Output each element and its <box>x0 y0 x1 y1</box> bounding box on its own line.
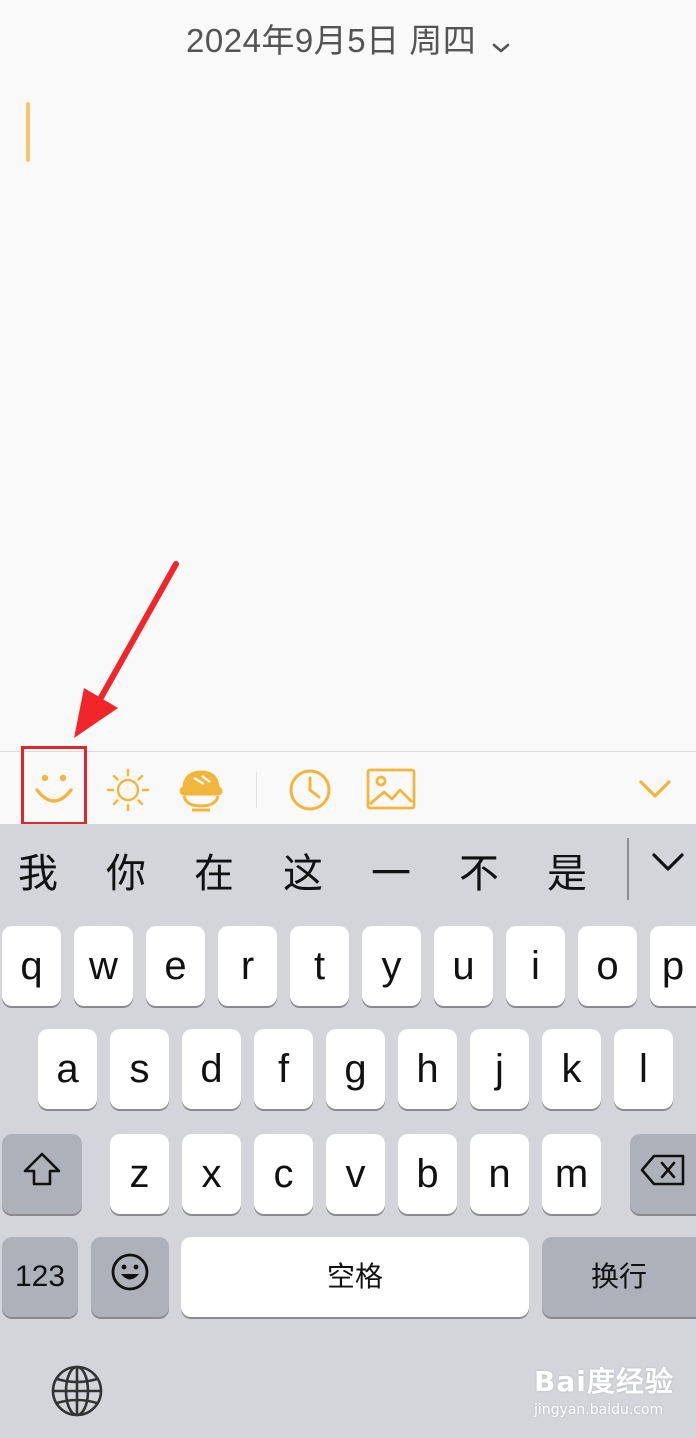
sun-icon[interactable] <box>106 768 150 817</box>
candidate-divider <box>627 838 629 900</box>
key-f[interactable]: f <box>254 1029 313 1109</box>
key-n[interactable]: n <box>470 1134 529 1214</box>
key-label: t <box>313 944 326 988</box>
key-label: e <box>164 944 187 988</box>
key-label: 空格 <box>326 1260 383 1293</box>
key-label: h <box>416 1047 439 1091</box>
key-r[interactable]: r <box>218 926 277 1006</box>
key-label: 123 <box>14 1260 66 1293</box>
toolbar-divider <box>256 772 257 808</box>
key-label: m <box>554 1152 589 1196</box>
key-label: a <box>56 1047 79 1091</box>
key-d[interactable]: d <box>182 1029 241 1109</box>
candidate-bar: 我 你 在 这 一 不 是 <box>0 824 696 924</box>
key-label: f <box>277 1047 290 1091</box>
watermark-brand: Bai度经验 <box>534 1365 674 1398</box>
shift-key[interactable] <box>2 1134 82 1214</box>
key-label: 换行 <box>590 1260 647 1293</box>
emoji-key[interactable] <box>91 1237 169 1317</box>
space-key[interactable]: 空格 <box>181 1237 529 1317</box>
key-i[interactable]: i <box>506 926 565 1006</box>
key-q[interactable]: q <box>2 926 61 1006</box>
key-c[interactable]: c <box>254 1134 313 1214</box>
key-label: o <box>596 944 619 988</box>
key-e[interactable]: e <box>146 926 205 1006</box>
key-o[interactable]: o <box>578 926 637 1006</box>
candidate-item[interactable]: 你 <box>106 846 146 902</box>
key-label: i <box>531 944 540 988</box>
date-label: 2024年9月5日 周四 <box>186 22 477 59</box>
keyboard: 我 你 在 这 一 不 是 q w e r t y u i o p a s d … <box>0 824 696 1438</box>
key-z[interactable]: z <box>110 1134 169 1214</box>
text-cursor <box>26 102 30 162</box>
candidate-item[interactable]: 我 <box>18 846 58 902</box>
key-label: g <box>344 1047 367 1091</box>
candidate-item[interactable]: 在 <box>194 846 234 902</box>
watermark: Bai度经验 jingyan.baidu.com <box>534 1360 694 1430</box>
key-label: n <box>488 1152 511 1196</box>
key-p[interactable]: p <box>650 926 696 1006</box>
chevron-down-icon <box>492 24 510 62</box>
backspace-icon <box>640 1152 686 1197</box>
globe-icon[interactable] <box>50 1364 104 1423</box>
key-label: j <box>495 1047 504 1091</box>
key-t[interactable]: t <box>290 926 349 1006</box>
key-m[interactable]: m <box>542 1134 601 1214</box>
candidate-item[interactable]: 一 <box>371 846 411 902</box>
key-label: w <box>89 944 118 988</box>
key-g[interactable]: g <box>326 1029 385 1109</box>
key-label: p <box>661 944 685 988</box>
key-label: z <box>129 1152 150 1196</box>
key-label: b <box>416 1152 439 1196</box>
key-label: l <box>639 1047 648 1091</box>
key-label: x <box>201 1152 222 1196</box>
key-w[interactable]: w <box>74 926 133 1006</box>
key-label: v <box>345 1152 366 1196</box>
return-key[interactable]: 换行 <box>542 1237 696 1317</box>
candidate-item[interactable]: 是 <box>547 846 587 902</box>
key-b[interactable]: b <box>398 1134 457 1214</box>
key-x[interactable]: x <box>182 1134 241 1214</box>
key-k[interactable]: k <box>542 1029 601 1109</box>
key-j[interactable]: j <box>470 1029 529 1109</box>
key-a[interactable]: a <box>38 1029 97 1109</box>
watermark-site: jingyan.baidu.com <box>534 1402 664 1418</box>
annotation-arrow-icon <box>74 561 179 738</box>
chevron-down-icon[interactable] <box>650 850 686 879</box>
key-h[interactable]: h <box>398 1029 457 1109</box>
key-l[interactable]: l <box>614 1029 673 1109</box>
key-u[interactable]: u <box>434 926 493 1006</box>
food-bowl-icon[interactable] <box>178 768 224 817</box>
emoji-icon <box>110 1252 150 1302</box>
candidate-item[interactable]: 这 <box>283 846 323 902</box>
key-label: k <box>561 1047 582 1091</box>
numbers-key[interactable]: 123 <box>2 1237 78 1317</box>
key-v[interactable]: v <box>326 1134 385 1214</box>
key-label: s <box>129 1047 150 1091</box>
key-label: q <box>20 944 43 988</box>
backspace-key[interactable] <box>630 1134 696 1214</box>
key-label: y <box>381 944 402 988</box>
key-y[interactable]: y <box>362 926 421 1006</box>
candidate-item[interactable]: 不 <box>459 846 499 902</box>
shift-icon <box>22 1151 62 1197</box>
clock-icon[interactable] <box>288 768 332 817</box>
key-label: c <box>273 1152 294 1196</box>
key-label: u <box>452 944 475 988</box>
key-s[interactable]: s <box>110 1029 169 1109</box>
image-icon[interactable] <box>366 768 416 815</box>
annotation-highlight-box <box>21 746 87 825</box>
date-header[interactable]: 2024年9月5日 周四 <box>0 14 696 62</box>
chevron-down-icon[interactable] <box>638 778 672 805</box>
key-label: r <box>240 944 255 988</box>
key-label: d <box>200 1047 223 1091</box>
editor-toolbar <box>0 751 696 825</box>
